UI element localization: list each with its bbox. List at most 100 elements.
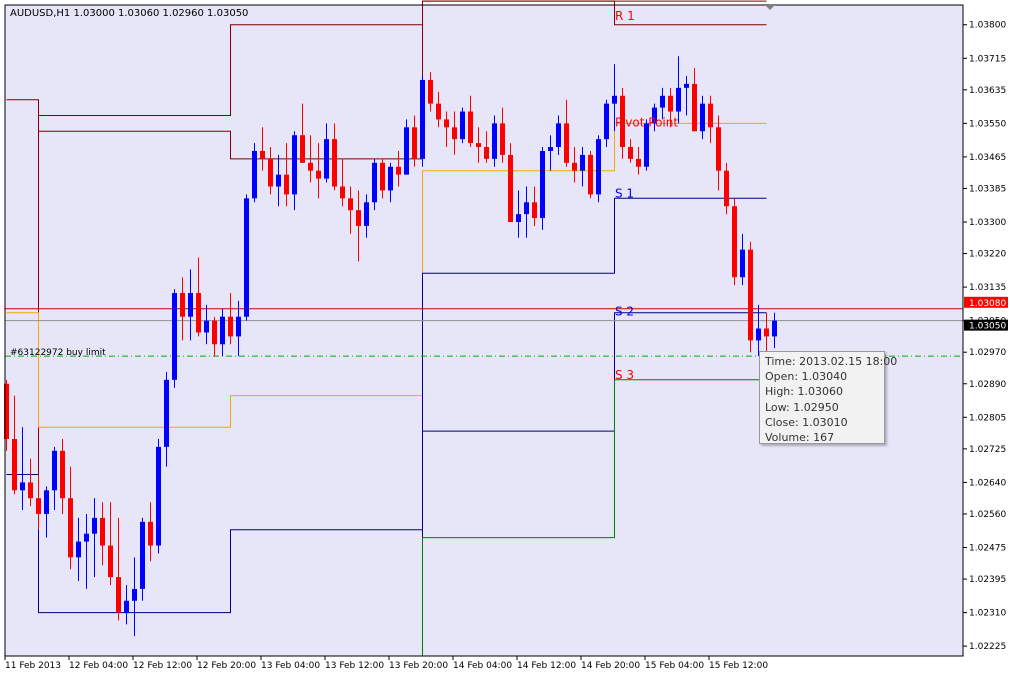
candle-body [708, 103, 713, 128]
candle-body [404, 127, 409, 175]
plot-area [5, 5, 963, 656]
candle-body [204, 320, 209, 333]
tooltip-time: Time: 2013.02.15 18:00 [765, 355, 898, 368]
candle-body [508, 154, 513, 222]
y-tick-label: 1.02725 [969, 445, 1006, 455]
candle-body [436, 103, 441, 120]
candle-body [156, 446, 161, 546]
y-tick-label: 1.02395 [969, 575, 1006, 585]
candle-body [740, 249, 745, 278]
candle-body [460, 111, 465, 140]
candle-body [28, 482, 33, 499]
level-label-s2: S 2 [615, 305, 634, 319]
candle-body [660, 95, 665, 108]
candle-body [308, 162, 313, 171]
x-tick-label: 12 Feb 04:00 [69, 661, 128, 671]
x-tick-label: 15 Feb 04:00 [645, 661, 704, 671]
y-tick-label: 1.03220 [969, 250, 1006, 260]
candle-body [220, 316, 225, 345]
candle-tooltip: Time: 2013.02.15 18:00 Open: 1.03040 Hig… [759, 351, 898, 445]
candle-body [68, 498, 73, 558]
x-tick-label: 12 Feb 20:00 [197, 661, 256, 671]
candle-body [604, 103, 609, 140]
level-label-s1: S 1 [615, 186, 634, 200]
candle-body [524, 202, 529, 215]
candle-body [772, 320, 777, 337]
time-axis: 11 Feb 2013 12 Feb 04:00 12 Feb 12:00 12 Fe… [4, 656, 768, 671]
x-tick-label: 12 Feb 12:00 [133, 661, 192, 671]
candle-body [532, 202, 537, 219]
candle-body [756, 328, 761, 341]
price-chart[interactable]: R 1Pivot PointS 1S 2S 3 1.038001.037151.… [0, 0, 1010, 675]
y-tick-label: 1.03385 [969, 184, 1006, 194]
x-tick-label: 13 Feb 04:00 [261, 661, 320, 671]
tooltip-volume: Volume: 167 [765, 431, 835, 445]
y-tick-label: 1.02225 [969, 642, 1006, 652]
x-tick-label: 15 Feb 12:00 [709, 661, 768, 671]
candle-body [84, 533, 89, 542]
x-tick-label: 14 Feb 20:00 [581, 661, 640, 671]
y-tick-label: 1.03800 [969, 21, 1006, 31]
candle-body [212, 320, 217, 345]
candle-body [500, 123, 505, 155]
candle-body [324, 139, 329, 179]
candle-body [476, 143, 481, 148]
symbol-header: AUDUSD,H1 1.03000 1.03060 1.02960 1.0305… [10, 8, 248, 19]
candle-body [556, 123, 561, 148]
y-tick-label: 1.03550 [969, 119, 1006, 129]
y-tick-label: 1.03635 [969, 86, 1006, 96]
candle-body [348, 198, 353, 211]
candle-body [132, 588, 137, 601]
y-tick-label: 1.03465 [969, 153, 1006, 163]
candle-body [108, 545, 113, 578]
y-tick-label: 1.03715 [969, 54, 1006, 64]
candle-body [588, 154, 593, 195]
candle-body [724, 170, 729, 207]
candle-body [444, 119, 449, 128]
candle-body [700, 103, 705, 132]
price-label-text: 1.03080 [969, 299, 1006, 309]
candle-body [244, 198, 249, 317]
candle-body [428, 79, 433, 104]
candle-body [52, 450, 57, 491]
candle-body [372, 162, 377, 203]
tooltip-high: High: 1.03060 [765, 385, 843, 399]
candle-body [668, 95, 673, 112]
candle-body [36, 498, 41, 514]
x-tick-label: 13 Feb 12:00 [325, 661, 384, 671]
candle-body [316, 170, 321, 179]
price-axis: 1.03800 1.03715 1.03635 1.03550 1.03465 1.033… [963, 21, 1008, 652]
y-tick-label: 1.02805 [969, 413, 1006, 423]
candle-body [356, 210, 361, 226]
order-label: #63122972 buy limit [10, 348, 106, 358]
candle-body [116, 577, 121, 613]
candle-body [564, 123, 569, 163]
candle-body [492, 123, 497, 159]
candle-body [572, 162, 577, 171]
candle-body [236, 316, 241, 337]
candle-body [228, 316, 233, 337]
candle-body [292, 135, 297, 195]
candle-body [684, 83, 689, 88]
y-tick-label: 1.02890 [969, 380, 1006, 390]
x-tick-label: 11 Feb 2013 [5, 661, 61, 671]
candle-body [380, 162, 385, 191]
price-label-text: 1.03050 [969, 322, 1006, 332]
candle-body [260, 150, 265, 159]
candle-body [20, 482, 25, 491]
candle-body [516, 214, 521, 222]
candle-body [60, 450, 65, 499]
candle-body [332, 139, 337, 187]
candle-body [252, 150, 257, 199]
candle-body [732, 206, 737, 278]
chart-window[interactable]: R 1 Pivot Point S 1S 2S 3 1.03800 1.03715 1.… [0, 0, 1010, 675]
candle-body [364, 202, 369, 226]
candle-body [76, 541, 81, 558]
x-tick-label: 13 Feb 20:00 [389, 661, 448, 671]
y-tick-label: 1.02310 [969, 609, 1006, 619]
candle-body [124, 600, 129, 613]
candle-body [172, 293, 177, 380]
tooltip-open: Open: 1.03040 [765, 370, 848, 384]
candle-body [340, 186, 345, 199]
candle-body [452, 127, 457, 140]
